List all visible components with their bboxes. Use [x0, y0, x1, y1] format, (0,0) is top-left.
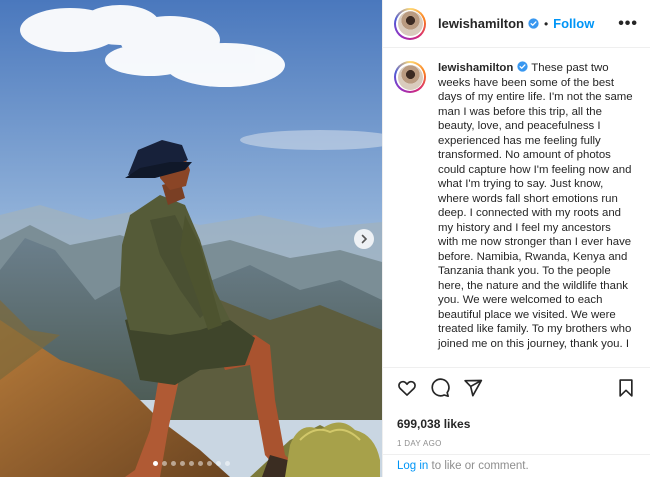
- verified-badge-icon: [517, 61, 528, 72]
- login-link[interactable]: Log in: [397, 460, 428, 472]
- follow-button[interactable]: Follow: [553, 16, 594, 31]
- header-username[interactable]: lewishamilton: [438, 16, 524, 31]
- carousel-indicator: [153, 461, 230, 466]
- carousel-dot: [162, 461, 167, 466]
- avatar[interactable]: [394, 7, 426, 40]
- carousel-dot: [180, 461, 185, 466]
- carousel-dot: [207, 461, 212, 466]
- post-photo[interactable]: [0, 0, 382, 477]
- post-actions: 699,038 likes 1 DAY AGO: [383, 367, 650, 448]
- comment-icon[interactable]: [430, 378, 450, 398]
- login-prompt: Log in to like or comment.: [383, 454, 650, 477]
- heart-icon[interactable]: [397, 378, 417, 398]
- post-image: [0, 0, 382, 477]
- verified-badge-icon: [528, 18, 539, 29]
- caption-username[interactable]: lewishamilton: [438, 62, 513, 74]
- post-header: lewishamilton • Follow •••: [383, 0, 650, 48]
- caption-section: lewishamilton These past two weeks have …: [383, 49, 650, 367]
- carousel-dot: [171, 461, 176, 466]
- carousel-dot: [225, 461, 230, 466]
- post-side-panel: lewishamilton • Follow ••• lewishamilton…: [382, 0, 650, 477]
- chevron-right-icon: [361, 234, 368, 244]
- likes-count[interactable]: 699,038 likes: [397, 417, 636, 431]
- carousel-dot: [198, 461, 203, 466]
- post-timestamp[interactable]: 1 DAY AGO: [397, 439, 636, 448]
- bookmark-icon[interactable]: [616, 378, 636, 398]
- caption: lewishamilton These past two weeks have …: [438, 61, 634, 367]
- login-prompt-text: to like or comment.: [428, 460, 529, 472]
- carousel-dot: [153, 461, 158, 466]
- caption-avatar[interactable]: [394, 61, 426, 93]
- more-options-button[interactable]: •••: [618, 15, 638, 33]
- carousel-dot: [189, 461, 194, 466]
- caption-body: These past two weeks have been some of t…: [438, 62, 633, 350]
- carousel-next-button[interactable]: [354, 229, 374, 249]
- header-separator: •: [543, 16, 549, 31]
- share-icon[interactable]: [463, 378, 483, 398]
- carousel-dot: [216, 461, 221, 466]
